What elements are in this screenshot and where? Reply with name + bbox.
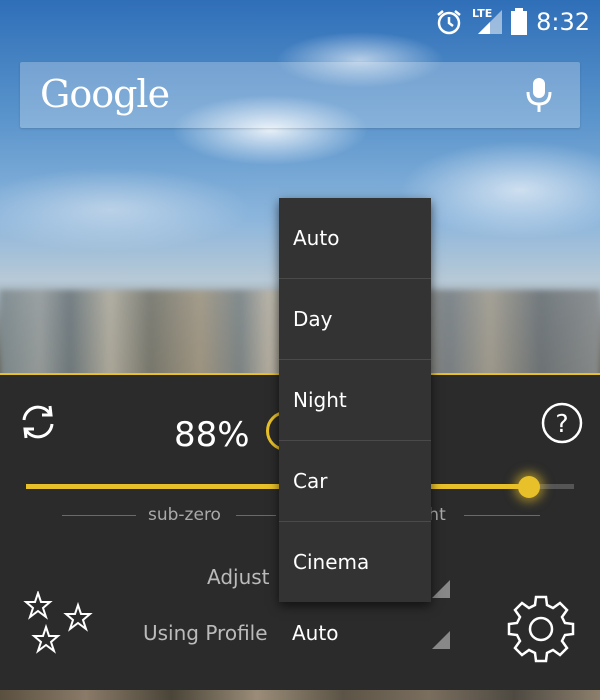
- dropdown-option-cinema[interactable]: Cinema: [279, 522, 431, 602]
- adjust-label: Adjust: [207, 565, 270, 589]
- scale-line-mid: [236, 515, 276, 516]
- brightness-percent: 88%: [174, 415, 250, 455]
- gear-icon[interactable]: [505, 593, 577, 669]
- dropdown-option-label: Day: [293, 307, 333, 331]
- dropdown-option-label: Auto: [293, 226, 340, 250]
- signal-icon: LTE: [472, 6, 504, 40]
- battery-icon: [510, 8, 528, 40]
- dropdown-option-night[interactable]: Night: [279, 360, 431, 441]
- profile-spinner[interactable]: Auto: [280, 615, 450, 653]
- adjust-spinner[interactable]: [432, 580, 450, 598]
- alarm-icon: [435, 8, 463, 40]
- scale-label-subzero: sub-zero: [148, 505, 221, 525]
- dropdown-option-day[interactable]: Day: [279, 279, 431, 360]
- dropdown-option-label: Car: [293, 469, 328, 493]
- dropdown-option-label: Night: [293, 388, 347, 412]
- profile-value: Auto: [292, 621, 339, 645]
- svg-text:LTE: LTE: [472, 7, 492, 20]
- mic-icon[interactable]: [524, 76, 554, 118]
- spinner-arrow-icon: [432, 631, 450, 649]
- status-time: 8:32: [536, 8, 590, 36]
- dropdown-option-auto[interactable]: Auto: [279, 198, 431, 279]
- dropdown-option-car[interactable]: Car: [279, 441, 431, 522]
- svg-text:?: ?: [555, 409, 568, 438]
- google-logo: Google: [40, 72, 170, 116]
- profile-dropdown: Auto Day Night Car Cinema: [279, 198, 431, 602]
- search-bar[interactable]: Google: [20, 62, 580, 128]
- brightness-slider-thumb[interactable]: [518, 476, 540, 498]
- profile-label: Using Profile: [143, 621, 268, 645]
- scale-line-left: [62, 515, 136, 516]
- help-icon[interactable]: ?: [540, 401, 584, 449]
- stars-icon[interactable]: [22, 589, 98, 661]
- refresh-icon[interactable]: [16, 400, 60, 448]
- status-bar: LTE 8:32: [0, 0, 600, 44]
- dropdown-option-label: Cinema: [293, 550, 370, 574]
- brightness-slider-fill: [26, 484, 526, 489]
- scale-line-right: [464, 515, 540, 516]
